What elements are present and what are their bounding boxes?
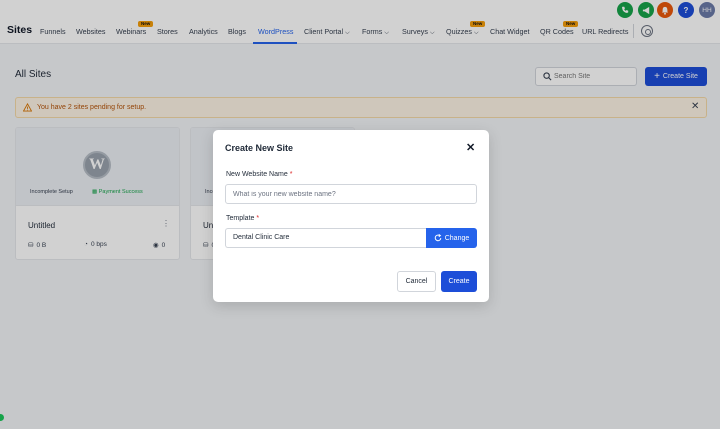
required-mark: * (289, 171, 293, 178)
cancel-button[interactable]: Cancel (397, 271, 436, 292)
close-icon[interactable]: ✕ (466, 141, 475, 154)
change-template-button[interactable]: Change (426, 228, 477, 248)
website-name-label-text: New Website Name (226, 171, 288, 178)
required-mark: * (256, 215, 260, 222)
website-name-input[interactable] (225, 184, 477, 204)
create-button[interactable]: Create (441, 271, 477, 292)
modal-title: Create New Site (225, 143, 294, 153)
template-label-text: Template (226, 215, 255, 222)
template-value: Dental Clinic Care (225, 228, 426, 248)
change-label: Change (444, 234, 470, 242)
website-name-label: New Website Name * (226, 171, 292, 178)
refresh-icon (434, 234, 442, 242)
create-site-modal: Create New Site ✕ New Website Name* Temp… (213, 130, 489, 302)
template-label: Template * (226, 215, 259, 222)
